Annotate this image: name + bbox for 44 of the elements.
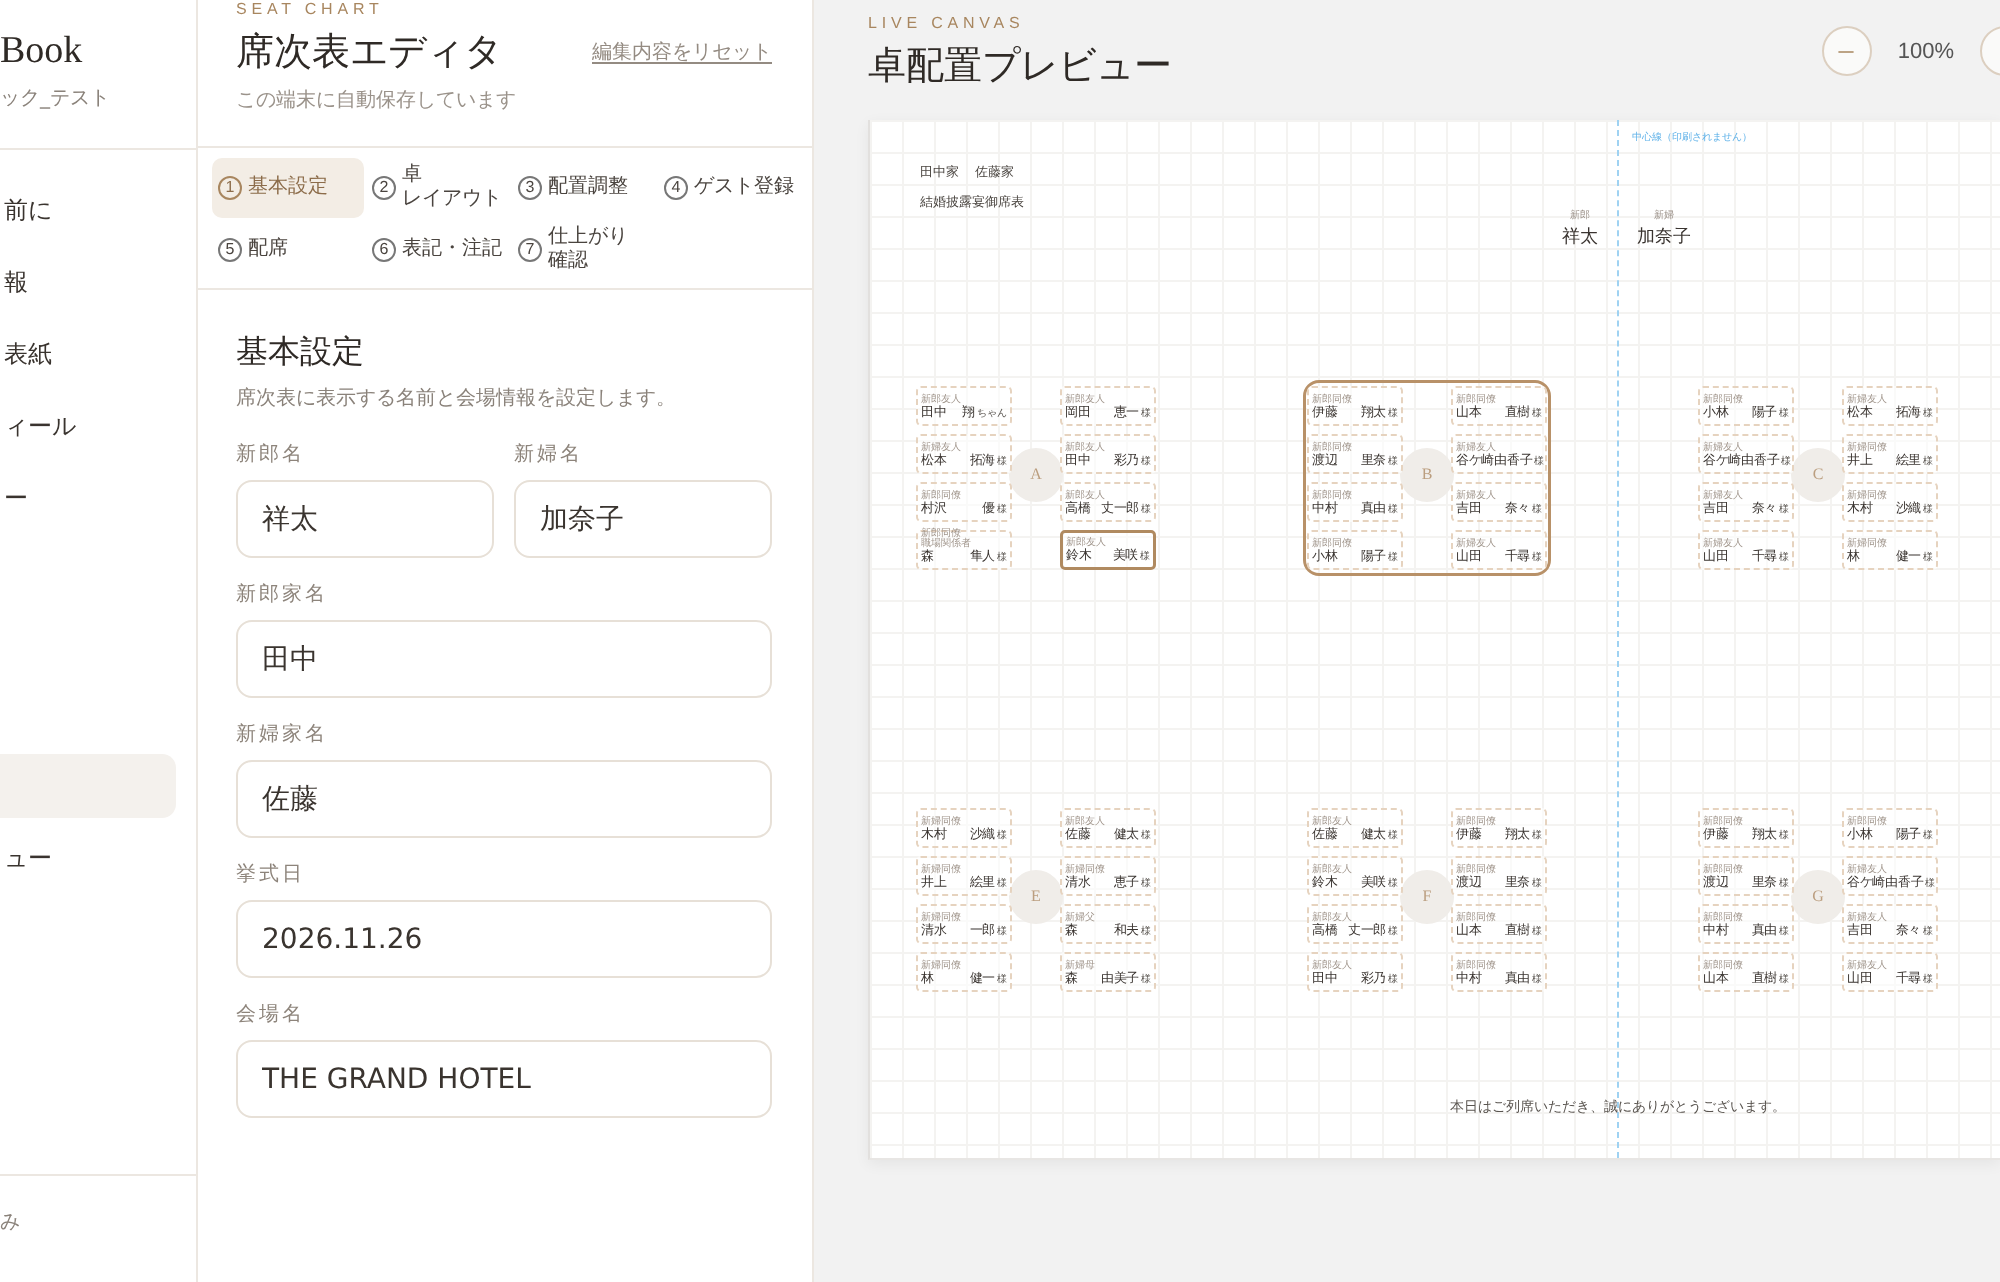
table-marker: B xyxy=(1400,448,1454,502)
input-field[interactable]: 佐藤 xyxy=(236,760,772,838)
table-marker: C xyxy=(1791,448,1845,502)
input-field[interactable]: 田中 xyxy=(236,620,772,698)
field-label: 新郎家名 xyxy=(236,584,330,608)
table-marker: A xyxy=(1009,448,1063,502)
field-label: 新婦家名 xyxy=(236,724,330,748)
field-label: 挙式日 xyxy=(236,864,307,888)
step-tab[interactable]: 3 配置調整 xyxy=(512,158,656,218)
autosave-note: この端末に自動保存しています xyxy=(236,90,518,114)
nav-item[interactable]: ー xyxy=(0,466,176,530)
input-field[interactable]: 加奈子 xyxy=(514,480,772,558)
sidebar-footer-text: み xyxy=(0,1212,20,1234)
step-tab[interactable]: 5 配席 xyxy=(212,220,364,280)
nav-item[interactable]: 報 xyxy=(0,250,176,314)
workspace-name: ック_テスト xyxy=(0,86,110,114)
preview-title: 卓配置プレビュー xyxy=(868,44,1172,92)
table-marker: E xyxy=(1009,870,1063,924)
section-eyebrow: SEAT CHART xyxy=(236,0,386,20)
field-label: 新郎名 xyxy=(236,444,307,468)
input-field[interactable]: THE GRAND HOTEL xyxy=(236,1040,772,1118)
section-title: 基本設定 xyxy=(236,333,366,374)
field-label: 会場名 xyxy=(236,1004,307,1028)
nav-item[interactable]: ュー xyxy=(0,826,176,890)
nav-item[interactable]: 前に xyxy=(0,178,176,242)
field-label: 新婦名 xyxy=(514,444,585,468)
table-marker: F xyxy=(1400,870,1454,924)
section-description: 席次表に表示する名前と会場情報を設定します。 xyxy=(236,388,678,412)
canvas-eyebrow: LIVE CANVAS xyxy=(868,14,1027,34)
zoom-out-button[interactable] xyxy=(1821,26,1872,76)
table-marker: G xyxy=(1791,870,1845,924)
input-field[interactable]: 2026.11.26 xyxy=(236,900,772,978)
step-tab[interactable]: 6 表記・注記 xyxy=(366,220,510,280)
input-field[interactable]: 祥太 xyxy=(236,480,494,558)
step-tab[interactable]: 4 ゲスト登録 xyxy=(658,158,806,218)
editor-title: 席次表エディタ xyxy=(236,30,502,78)
step-tab[interactable]: 7 仕上がり確認 xyxy=(512,220,656,280)
step-tab[interactable]: 1 基本設定 xyxy=(212,158,364,218)
nav-item[interactable]: ィール xyxy=(0,394,176,458)
couple-name: 祥太 xyxy=(1562,225,1598,247)
nav-item[interactable]: 表紙 xyxy=(0,322,176,386)
zoom-level-text: 100% xyxy=(1897,37,1954,65)
couple-name: 加奈子 xyxy=(1637,225,1691,247)
brand-name: Book xyxy=(0,28,83,76)
